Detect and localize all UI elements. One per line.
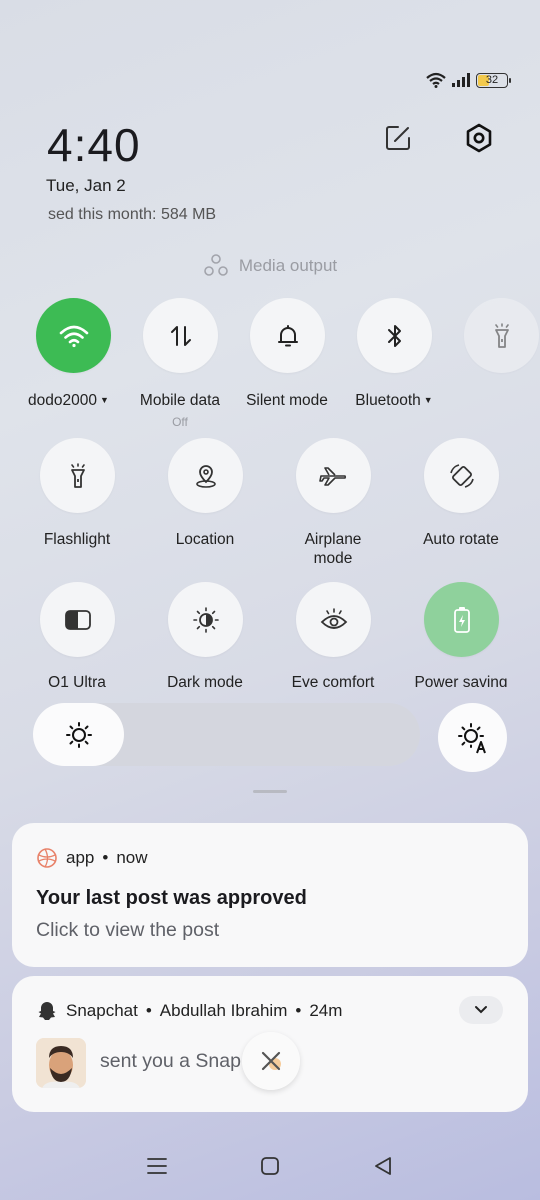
notification-title: Your last post was approved: [36, 887, 307, 909]
bluetooth-toggle[interactable]: [357, 298, 432, 373]
settings-icon[interactable]: [461, 120, 497, 156]
edit-icon[interactable]: [380, 120, 416, 156]
notification-time: now: [116, 848, 148, 867]
wifi-label[interactable]: dodo2000 ▼: [28, 392, 120, 410]
notification-header: app • now: [36, 847, 148, 869]
dark-mode-label: Dark mode: [167, 674, 243, 687]
signal-icon: [452, 73, 470, 87]
clock[interactable]: 4:40: [47, 118, 141, 172]
o1-ultra-icon: [64, 609, 91, 630]
location-label: Location: [175, 531, 235, 548]
wifi-toggle[interactable]: [36, 298, 111, 373]
o1-ultra-label: O1 Ultra: [48, 674, 106, 687]
eye-comfort-label: Eye comfort: [291, 674, 375, 687]
notification-header: Snapchat • Abdullah Ibrahim • 24m: [36, 1000, 342, 1022]
o1-ultra-label-wrap: O1 Ultra: [17, 674, 137, 687]
battery-saver-icon: [453, 606, 470, 633]
notification-body: Click to view the post: [36, 919, 220, 941]
media-output-icon: [204, 254, 228, 276]
drag-handle[interactable]: [253, 790, 287, 793]
power-saving-toggle[interactable]: [424, 582, 499, 657]
home-button[interactable]: [250, 1148, 290, 1184]
globe-icon: [37, 848, 57, 868]
notification-sender: Abdullah Ibrahim: [159, 1001, 288, 1020]
wifi-network-name: dodo2000: [28, 392, 97, 409]
separator-dot: •: [295, 1001, 302, 1020]
auto-brightness-icon: [457, 722, 486, 753]
flashlight-toggle-partial[interactable]: [464, 298, 539, 373]
date[interactable]: Tue, Jan 2: [46, 176, 126, 196]
eye-comfort-label-wrap: Eye comfort: [273, 674, 393, 687]
dark-mode-label-wrap: Dark mode: [145, 674, 265, 687]
expand-button[interactable]: [459, 996, 503, 1024]
menu-icon: [146, 1158, 167, 1174]
wifi-icon: [59, 325, 88, 347]
location-icon: [195, 464, 216, 488]
power-saving-label-wrap: Power saving: [401, 674, 521, 687]
snap-reply-button[interactable]: [242, 1032, 300, 1090]
flashlight-toggle[interactable]: [40, 438, 115, 513]
separator-dot: •: [145, 1001, 152, 1020]
mobile-data-label: Mobile data: [139, 392, 221, 409]
battery-level: 32: [485, 74, 499, 86]
recents-button[interactable]: [137, 1148, 177, 1184]
bell-icon: [277, 324, 298, 346]
separator-dot: •: [102, 848, 109, 867]
mobile-data-icon: [170, 325, 191, 346]
status-bar: 32: [426, 72, 511, 88]
dark-mode-toggle[interactable]: [168, 582, 243, 657]
airplane-mode-label-line1: Airplane: [304, 531, 362, 548]
airplane-mode-label-line2: mode: [313, 550, 353, 567]
auto-rotate-icon: [449, 463, 474, 488]
power-saving-label: Power saving: [414, 674, 508, 687]
auto-rotate-toggle[interactable]: [424, 438, 499, 513]
avatar: [36, 1038, 86, 1088]
navigation-bar: [0, 1148, 540, 1184]
back-triangle-icon: [375, 1157, 392, 1175]
brightness-icon: [65, 721, 92, 748]
flashlight-icon: [494, 322, 509, 348]
notification-card-app[interactable]: app • now Your last post was approved Cl…: [12, 823, 528, 967]
bluetooth-label[interactable]: Bluetooth ▼: [344, 392, 444, 410]
silent-mode-label: Silent mode: [246, 392, 328, 409]
eye-comfort-toggle[interactable]: [296, 582, 371, 657]
auto-rotate-label: Auto rotate: [423, 531, 499, 548]
bluetooth-icon: [387, 324, 401, 347]
data-usage[interactable]: sed this month: 584 MB: [48, 206, 216, 224]
o1-ultra-toggle[interactable]: [40, 582, 115, 657]
eye-icon: [320, 607, 347, 629]
bluetooth-label-text: Bluetooth: [355, 392, 421, 409]
close-icon: [261, 1051, 281, 1071]
media-output-label: Media output: [238, 256, 338, 275]
battery-icon: 32: [476, 72, 511, 88]
snapchat-ghost-icon: [38, 1002, 56, 1020]
mobile-data-toggle[interactable]: [143, 298, 218, 373]
dropdown-caret-icon: ▼: [99, 395, 109, 405]
dropdown-caret-icon: ▼: [423, 395, 433, 405]
notification-app-name: app: [66, 848, 95, 867]
auto-brightness-button[interactable]: [438, 703, 507, 772]
mobile-data-status: Off: [172, 415, 188, 429]
dark-mode-icon: [192, 606, 219, 633]
notification-card-snapchat[interactable]: Snapchat • Abdullah Ibrahim • 24m sent y…: [12, 976, 528, 1112]
home-square-icon: [261, 1157, 279, 1175]
wifi-icon: [426, 72, 446, 88]
location-toggle[interactable]: [168, 438, 243, 513]
airplane-icon: [318, 466, 346, 486]
flashlight-icon: [70, 462, 85, 488]
back-button[interactable]: [363, 1148, 403, 1184]
media-output-button[interactable]: Media output: [0, 254, 540, 278]
brightness-slider-fill[interactable]: [33, 703, 124, 766]
airplane-mode-toggle[interactable]: [296, 438, 371, 513]
notification-time: 24m: [309, 1001, 343, 1020]
notification-app-name: Snapchat: [66, 1001, 138, 1020]
silent-mode-toggle[interactable]: [250, 298, 325, 373]
notification-body: sent you a Snap: [100, 1050, 241, 1072]
chevron-down-icon: [475, 1006, 487, 1014]
flashlight-label: Flashlight: [43, 531, 111, 548]
